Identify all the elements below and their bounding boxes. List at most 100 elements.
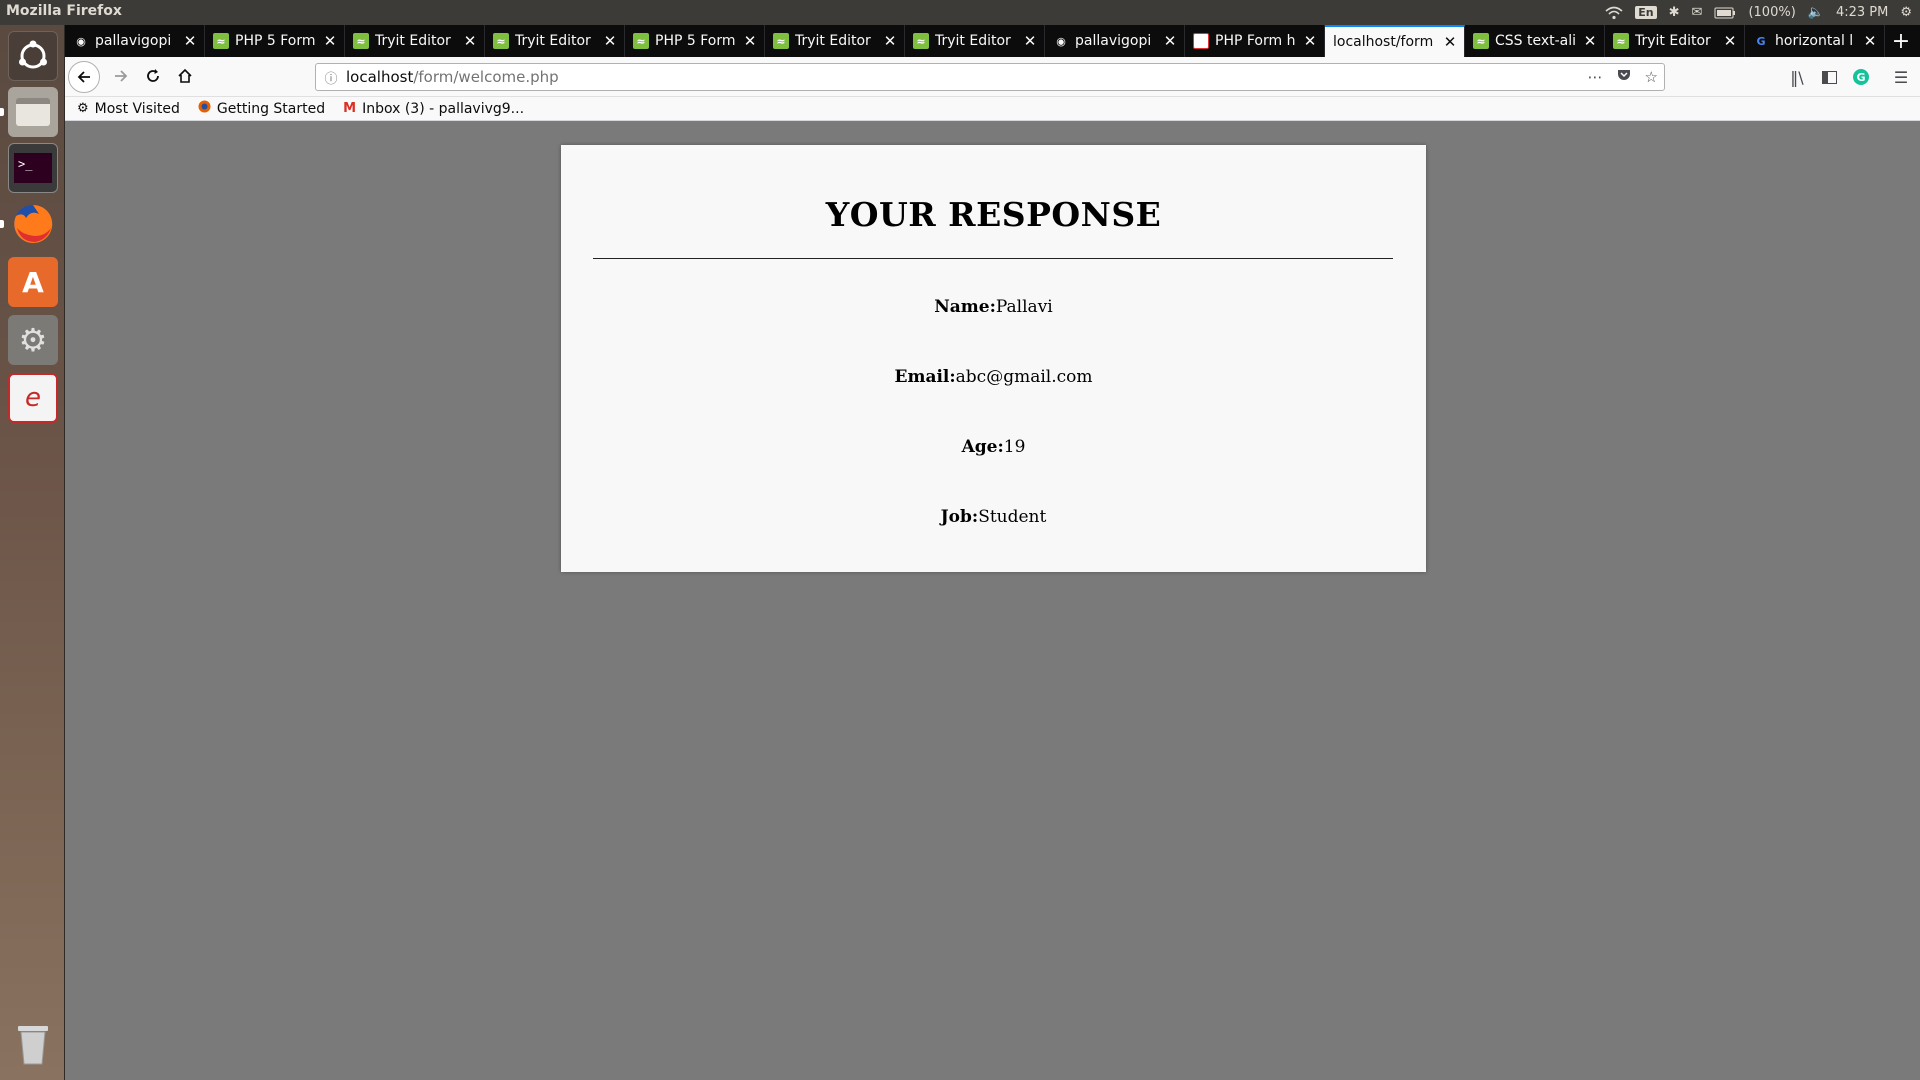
bookmarks-toolbar: ⚙ Most Visited Getting Started M Inbox (… [65, 97, 1920, 121]
page-actions-icon[interactable]: ⋯ [1588, 68, 1603, 86]
field-label: Job: [940, 507, 979, 527]
tab[interactable]: ≈ Tryit Editor ✕ [485, 25, 625, 57]
github-icon: ◉ [76, 34, 86, 48]
page-heading: YOUR RESPONSE [825, 195, 1162, 234]
tab-label: PHP 5 Form [235, 33, 316, 49]
keyboard-layout-indicator[interactable]: En [1635, 6, 1657, 19]
close-tab-icon[interactable]: ✕ [1442, 33, 1458, 51]
bookmark-inbox[interactable]: M Inbox (3) - pallavivg9... [343, 101, 524, 117]
field-value: abc@gmail.com [955, 367, 1093, 387]
hamburger-menu-icon[interactable]: ☰ [1889, 65, 1913, 89]
github-icon: ◉ [1056, 34, 1066, 48]
close-tab-icon[interactable]: ✕ [1162, 32, 1178, 50]
divider [593, 258, 1393, 259]
tab-strip: ◉ pallavigopi ✕ ≈ PHP 5 Form ✕ ≈ Tryit E… [65, 25, 1920, 57]
tab-active[interactable]: localhost/form ✕ [1325, 25, 1465, 57]
running-indicator [0, 108, 4, 116]
forward-arrow-icon[interactable] [106, 61, 136, 91]
system-settings-icon[interactable]: ⚙ [8, 315, 58, 365]
tab[interactable]: G horizontal l ✕ [1745, 25, 1885, 57]
volume-icon[interactable]: 🔈 [1808, 5, 1824, 20]
document-viewer-icon[interactable]: e [8, 373, 58, 423]
files-icon[interactable] [8, 87, 58, 137]
close-tab-icon[interactable]: ✕ [1862, 32, 1878, 50]
clock[interactable]: 4:23 PM [1836, 5, 1888, 20]
tryit-icon: ≈ [773, 33, 789, 49]
tryit-icon: ≈ [1613, 33, 1629, 49]
back-arrow-icon[interactable] [68, 61, 100, 93]
tab[interactable]: ≈ PHP 5 Form ✕ [205, 25, 345, 57]
tab[interactable]: ≈ CSS text-ali ✕ [1465, 25, 1605, 57]
close-tab-icon[interactable]: ✕ [882, 32, 898, 50]
field-label: Age: [961, 437, 1004, 457]
library-icon[interactable]: ‖\ [1785, 65, 1809, 89]
trash-icon[interactable] [8, 1019, 58, 1069]
url-bar[interactable]: ⓘ localhost/form/welcome.php ⋯ ☆ [315, 63, 1665, 91]
bookmark-getting-started[interactable]: Getting Started [198, 100, 325, 117]
tab[interactable]: ◉ pallavigopi ✕ [1045, 25, 1185, 57]
reload-icon[interactable] [138, 61, 168, 91]
bookmark-star-icon[interactable]: ☆ [1645, 68, 1658, 86]
close-tab-icon[interactable]: ✕ [462, 32, 478, 50]
close-tab-icon[interactable]: ✕ [1022, 32, 1038, 50]
field-email: Email:abc@gmail.com [561, 367, 1426, 387]
firefox-icon [198, 100, 211, 117]
field-value: Student [978, 507, 1047, 527]
pdf-icon [1193, 33, 1209, 49]
tryit-icon: ≈ [213, 33, 229, 49]
tab-label: Tryit Editor [375, 33, 451, 49]
field-value: Pallavi [995, 297, 1053, 317]
close-tab-icon[interactable]: ✕ [742, 32, 758, 50]
tab[interactable]: ≈ PHP 5 Form ✕ [625, 25, 765, 57]
mail-icon[interactable]: ✉ [1692, 5, 1703, 20]
url-path: /form/welcome.php [413, 68, 559, 86]
tab-label: PHP 5 Form [655, 33, 736, 49]
pocket-icon[interactable] [1617, 68, 1631, 86]
tab-label: Tryit Editor [795, 33, 871, 49]
tab-label: horizontal l [1775, 33, 1854, 49]
close-tab-icon[interactable]: ✕ [1582, 32, 1598, 50]
close-tab-icon[interactable]: ✕ [322, 32, 338, 50]
svg-text:G: G [1856, 71, 1865, 84]
software-center-icon[interactable]: A [8, 257, 58, 307]
tab[interactable]: ≈ Tryit Editor ✕ [765, 25, 905, 57]
tab[interactable]: ◉ pallavigopi ✕ [65, 25, 205, 57]
terminal-icon[interactable]: >_ [8, 143, 58, 193]
tab-label: localhost/form [1333, 34, 1434, 50]
sidebar-icon[interactable] [1817, 65, 1841, 89]
navigation-toolbar: ⓘ localhost/form/welcome.php ⋯ ☆ ‖\ G ☰ [65, 57, 1920, 97]
unity-launcher: >_ A ⚙ e [0, 25, 65, 1080]
ubuntu-dash-icon[interactable] [8, 31, 58, 81]
bluetooth-icon[interactable]: ✱ [1669, 5, 1680, 20]
bookmark-label: Getting Started [216, 100, 326, 117]
tab-label: PHP Form h [1215, 33, 1296, 49]
field-label: Email: [894, 367, 956, 387]
close-tab-icon[interactable]: ✕ [182, 32, 198, 50]
field-name: Name:Pallavi [561, 297, 1426, 317]
new-tab-plus-icon[interactable]: + [1888, 25, 1914, 57]
tab-label: Tryit Editor [1635, 33, 1711, 49]
tab[interactable]: PHP Form h ✕ [1185, 25, 1325, 57]
site-info-icon[interactable]: ⓘ [316, 68, 346, 87]
field-job: Job:Student [561, 507, 1426, 527]
tab[interactable]: ≈ Tryit Editor ✕ [1605, 25, 1745, 57]
close-tab-icon[interactable]: ✕ [602, 32, 618, 50]
tab-label: pallavigopi [1075, 33, 1152, 49]
close-tab-icon[interactable]: ✕ [1302, 32, 1318, 50]
tab[interactable]: ≈ Tryit Editor ✕ [345, 25, 485, 57]
tab-label: CSS text-ali [1495, 33, 1577, 49]
close-tab-icon[interactable]: ✕ [1722, 32, 1738, 50]
home-icon[interactable] [170, 61, 200, 91]
wifi-icon[interactable] [1605, 6, 1623, 20]
system-top-panel: Mozilla Firefox En ✱ ✉ (100%) 🔈 4:23 PM … [0, 0, 1920, 25]
grammarly-icon[interactable]: G [1849, 65, 1873, 89]
bookmark-most-visited[interactable]: ⚙ Most Visited [77, 101, 180, 117]
tab[interactable]: ≈ Tryit Editor ✕ [905, 25, 1045, 57]
bookmark-label: Most Visited [94, 100, 180, 117]
url-host: localhost [346, 68, 414, 86]
bookmark-label: Inbox (3) - pallavivg9... [362, 100, 525, 117]
battery-percent: (100%) [1748, 5, 1796, 20]
battery-icon[interactable] [1714, 7, 1736, 19]
settings-gear-icon[interactable]: ⚙ [1900, 5, 1912, 20]
firefox-icon[interactable] [8, 199, 58, 249]
